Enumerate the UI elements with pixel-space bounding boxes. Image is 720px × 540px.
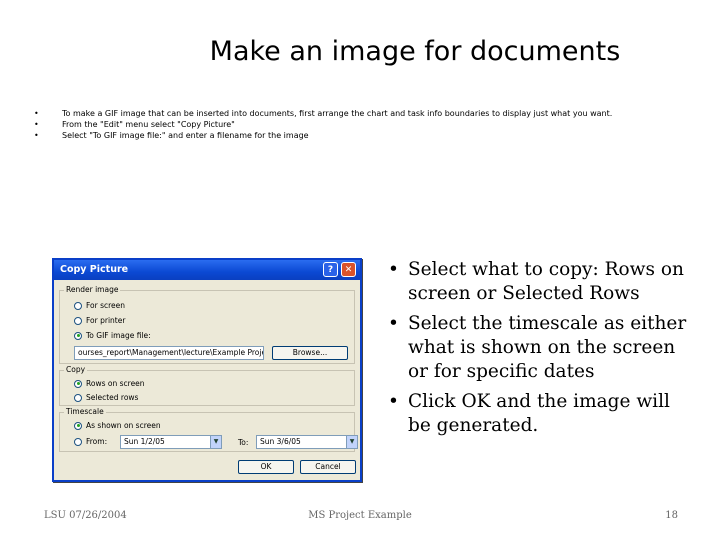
radio-label: Selected rows xyxy=(86,393,139,402)
radio-selected-rows[interactable]: Selected rows xyxy=(74,393,138,402)
render-image-group: Render image For screen For printer To G… xyxy=(59,285,355,364)
gif-filename-input[interactable]: ourses_report\Management\lecture\Example… xyxy=(74,346,264,360)
radio-rows-on-screen[interactable]: Rows on screen xyxy=(74,379,145,388)
chevron-down-icon[interactable]: ▼ xyxy=(210,436,221,448)
radio-label: To GIF image file: xyxy=(86,331,151,340)
group-label: Render image xyxy=(64,285,121,294)
ok-button[interactable]: OK xyxy=(238,460,294,474)
help-icon[interactable]: ? xyxy=(323,262,338,277)
radio-from-dates[interactable]: From: xyxy=(74,437,107,446)
radio-gif-file[interactable]: To GIF image file: xyxy=(74,331,151,340)
group-label: Timescale xyxy=(64,407,106,416)
cancel-button[interactable]: Cancel xyxy=(300,460,356,474)
group-label: Copy xyxy=(64,365,88,374)
bullet-item: Click OK and the image will be generated… xyxy=(388,390,688,438)
from-date-select[interactable]: Sun 1/2/05 ▼ xyxy=(120,435,222,449)
radio-for-screen[interactable]: For screen xyxy=(74,301,125,310)
radio-label: As shown on screen xyxy=(86,421,161,430)
radio-label: For printer xyxy=(86,316,126,325)
radio-label: For screen xyxy=(86,301,126,310)
radio-for-printer[interactable]: For printer xyxy=(74,316,125,325)
copy-group: Copy Rows on screen Selected rows xyxy=(59,365,355,406)
bullet-list: Select what to copy: Rows on screen or S… xyxy=(388,258,688,444)
instruction-list: To make a GIF image that can be inserted… xyxy=(34,108,694,141)
footer-title: MS Project Example xyxy=(308,510,412,521)
instruction-item: Select "To GIF image file:" and enter a … xyxy=(34,130,694,141)
dialog-title: Copy Picture xyxy=(60,264,129,275)
radio-as-shown-on-screen[interactable]: As shown on screen xyxy=(74,421,161,430)
instruction-item: To make a GIF image that can be inserted… xyxy=(34,108,694,119)
radio-label: Rows on screen xyxy=(86,379,145,388)
chevron-down-icon[interactable]: ▼ xyxy=(346,436,357,448)
bullet-item: Select the timescale as either what is s… xyxy=(388,312,688,384)
to-date-select[interactable]: Sun 3/6/05 ▼ xyxy=(256,435,358,449)
radio-selected-icon xyxy=(74,421,82,430)
timescale-group: Timescale As shown on screen From: Sun 1… xyxy=(59,407,358,452)
slide-title: Make an image for documents xyxy=(209,36,621,67)
close-icon[interactable]: ✕ xyxy=(341,262,356,277)
radio-selected-icon xyxy=(74,331,82,340)
bullet-item: Select what to copy: Rows on screen or S… xyxy=(388,258,688,306)
to-date-value: Sun 3/6/05 xyxy=(260,437,301,446)
from-date-value: Sun 1/2/05 xyxy=(124,437,165,446)
radio-selected-icon xyxy=(74,379,82,388)
radio-icon xyxy=(74,393,82,402)
radio-icon xyxy=(74,316,82,325)
slide-number: 18 xyxy=(665,510,678,521)
dialog-titlebar: Copy Picture ? ✕ xyxy=(54,260,360,280)
to-label: To: xyxy=(238,438,249,447)
browse-button[interactable]: Browse... xyxy=(272,346,348,360)
copy-picture-dialog: Copy Picture ? ✕ Render image For screen… xyxy=(52,258,362,482)
instruction-item: From the "Edit" menu select "Copy Pictur… xyxy=(34,119,694,130)
radio-label: From: xyxy=(86,437,108,446)
radio-icon xyxy=(74,301,82,310)
radio-icon xyxy=(74,437,82,446)
